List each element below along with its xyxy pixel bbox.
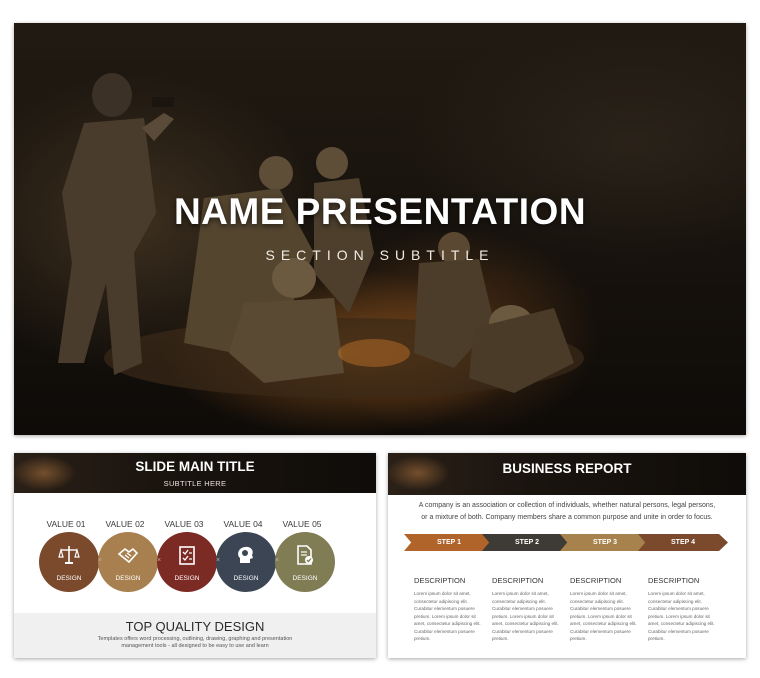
value-circle: DESIGN xyxy=(39,532,99,592)
description-title: DESCRIPTION xyxy=(570,576,622,585)
separator: × xyxy=(216,557,221,564)
separator: × xyxy=(98,557,103,564)
value-label: VALUE 01 xyxy=(46,519,86,529)
description-column: DESCRIPTION Lorem ipsum dolor sit amet, … xyxy=(414,576,488,643)
value-label: VALUE 04 xyxy=(223,519,263,529)
step-arrow: STEP 1 xyxy=(404,534,494,551)
value-caption: DESIGN xyxy=(292,575,318,582)
description-text: Lorem ipsum dolor sit amet, consectetur … xyxy=(414,591,481,641)
intro-text: A company is an association or collectio… xyxy=(418,502,716,521)
value-label: VALUE 02 xyxy=(105,519,145,529)
description-title: DESCRIPTION xyxy=(648,576,700,585)
value-circle: DESIGN xyxy=(98,532,158,592)
step-arrow: STEP 3 xyxy=(560,534,650,551)
slide-subtitle: SUBTITLE HERE xyxy=(163,479,227,488)
description-title: DESCRIPTION xyxy=(492,576,544,585)
steps-row: STEP 1 STEP 2 STEP 3 STEP 4 xyxy=(404,534,734,551)
description-text: Lorem ipsum dolor sit amet, consectetur … xyxy=(648,591,715,641)
step-arrow: STEP 4 xyxy=(638,534,728,551)
slide-main-title: SLIDE MAIN TITLE xyxy=(135,459,255,474)
value-circle: DESIGN xyxy=(216,532,276,592)
description-column: DESCRIPTION Lorem ipsum dolor sit amet, … xyxy=(492,576,566,643)
presentation-title: NAME PRESENTATION xyxy=(173,191,587,232)
value-label: VALUE 03 xyxy=(164,519,204,529)
value-caption: DESIGN xyxy=(56,575,82,582)
description-text: Lorem ipsum dolor sit amet, consectetur … xyxy=(570,591,637,641)
slide-thumbnail-business-report[interactable]: BUSINESS REPORT A company is an associat… xyxy=(388,453,746,658)
value-circle: DESIGN xyxy=(157,532,217,592)
head-gears-icon xyxy=(238,546,253,563)
scales-icon xyxy=(58,546,80,564)
description-column: DESCRIPTION Lorem ipsum dolor sit amet, … xyxy=(570,576,644,643)
value-caption: DESIGN xyxy=(115,575,141,582)
description-column: DESCRIPTION Lorem ipsum dolor sit amet, … xyxy=(648,576,722,643)
description-text: Lorem ipsum dolor sit amet, consectetur … xyxy=(492,591,559,641)
slide-main-title: BUSINESS REPORT xyxy=(502,461,632,476)
value-circle: DESIGN xyxy=(275,532,335,592)
value-label: VALUE 05 xyxy=(282,519,322,529)
separator: × xyxy=(275,557,280,564)
separator: × xyxy=(157,557,162,564)
value-caption: DESIGN xyxy=(233,575,259,582)
slide-thumbnail-values[interactable]: SLIDE MAIN TITLE SUBTITLE HERE VALUE 01 … xyxy=(14,453,376,658)
step-arrow: STEP 2 xyxy=(482,534,572,551)
hero-slide[interactable]: NAME PRESENTATION SECTION SUBTITLE xyxy=(14,23,746,435)
footer-title: TOP QUALITY DESIGN xyxy=(125,619,265,634)
document-check-icon xyxy=(297,545,313,565)
footer-text: Templates offers word processing, outlin… xyxy=(97,636,293,649)
section-subtitle: SECTION SUBTITLE xyxy=(265,247,495,263)
description-title: DESCRIPTION xyxy=(414,576,466,585)
handshake-icon xyxy=(117,547,139,564)
value-caption: DESIGN xyxy=(174,575,200,582)
checklist-icon xyxy=(179,546,195,565)
